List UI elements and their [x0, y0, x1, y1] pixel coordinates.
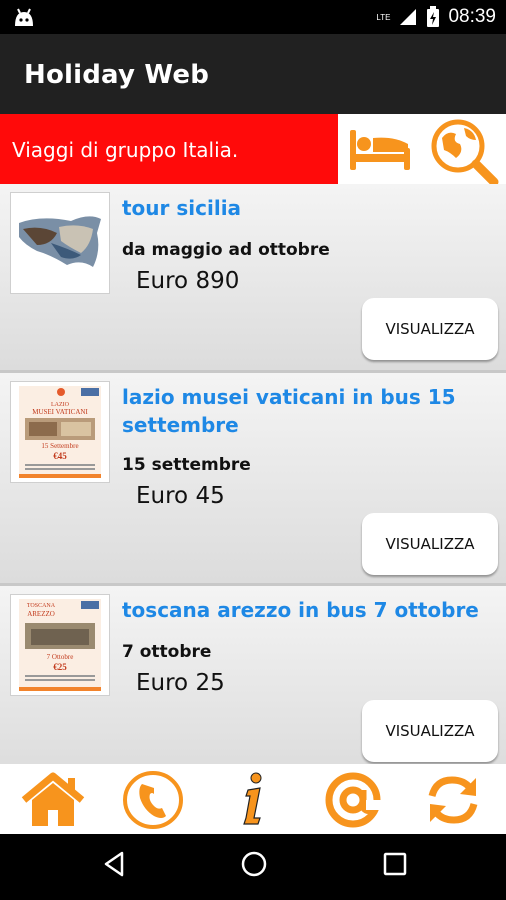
system-nav-bar	[0, 834, 506, 900]
refresh-icon[interactable]	[418, 770, 488, 830]
info-icon[interactable]	[218, 770, 288, 830]
banner-label-box: Viaggi di gruppo Italia.	[0, 114, 338, 184]
tour-list: tour sicilia da maggio ad ottobre Euro 8…	[0, 184, 506, 764]
app-bar: Holiday Web	[0, 34, 506, 114]
poster-price: €45	[53, 451, 67, 461]
recents-icon[interactable]	[383, 850, 407, 878]
bottom-action-bar	[0, 764, 506, 834]
poster-sub: AREZZO	[27, 610, 55, 618]
app-title: Holiday Web	[24, 60, 209, 90]
arezzo-poster-image: TOSCANA AREZZO 7 Ottobre €25	[10, 594, 110, 696]
back-icon[interactable]	[102, 850, 126, 878]
view-button[interactable]: VISUALIZZA	[362, 298, 498, 360]
battery-icon	[427, 6, 440, 27]
status-bar: LTE 08:39	[0, 0, 506, 34]
poster-heading: TOSCANA	[27, 603, 56, 609]
poster-price: €25	[53, 662, 67, 672]
poster-sub: MUSEI VATICANI	[32, 408, 88, 416]
lazio-poster-image: LAZIO MUSEI VATICANI 15 Settembre €45	[10, 381, 110, 483]
item-dates: 7 ottobre	[122, 642, 212, 662]
signal-icon	[400, 9, 417, 25]
view-button[interactable]: VISUALIZZA	[362, 700, 498, 762]
item-dates: 15 settembre	[122, 455, 251, 475]
network-label: LTE	[376, 12, 391, 22]
home-nav-icon[interactable]	[240, 850, 268, 878]
item-price: Euro 890	[136, 268, 240, 294]
list-item[interactable]: tour sicilia da maggio ad ottobre Euro 8…	[0, 184, 506, 373]
sicily-map-image	[10, 192, 110, 294]
home-icon[interactable]	[18, 770, 88, 830]
banner-text: Viaggi di gruppo Italia.	[12, 138, 239, 162]
search-globe-icon[interactable]	[430, 118, 500, 188]
banner: Viaggi di gruppo Italia.	[0, 114, 506, 187]
email-icon[interactable]	[318, 770, 388, 830]
poster-date: 7 Ottobre	[47, 653, 74, 661]
item-price: Euro 25	[136, 670, 225, 696]
android-icon	[15, 8, 33, 26]
item-price: Euro 45	[136, 483, 225, 509]
list-item[interactable]: LAZIO MUSEI VATICANI 15 Settembre €45 la…	[0, 373, 506, 586]
item-title[interactable]: toscana arezzo in bus 7 ottobre	[122, 596, 492, 624]
bed-icon[interactable]	[348, 126, 412, 174]
item-title[interactable]: tour sicilia	[122, 194, 492, 222]
item-dates: da maggio ad ottobre	[122, 240, 330, 260]
clock: 08:39	[448, 6, 496, 27]
view-button[interactable]: VISUALIZZA	[362, 513, 498, 575]
list-item[interactable]: TOSCANA AREZZO 7 Ottobre €25 toscana are…	[0, 586, 506, 764]
poster-date: 15 Settembre	[41, 442, 78, 450]
phone-icon[interactable]	[118, 770, 188, 830]
item-title[interactable]: lazio musei vaticani in bus 15 settembre	[122, 383, 492, 439]
